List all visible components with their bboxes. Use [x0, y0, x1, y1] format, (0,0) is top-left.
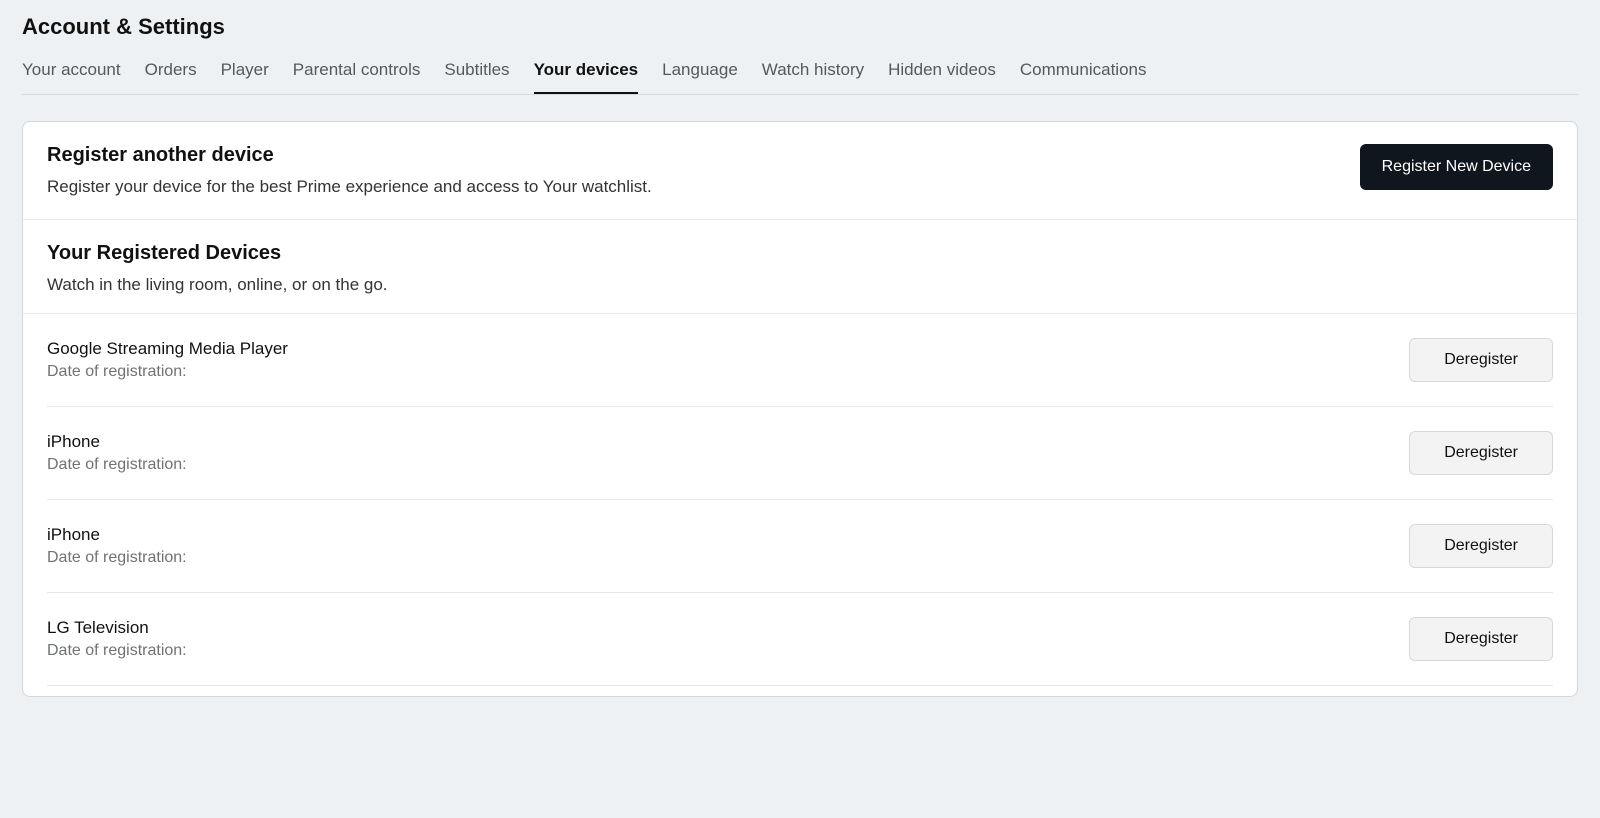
registered-devices-section: Your Registered Devices Watch in the liv… [23, 220, 1577, 314]
device-registration-date: Date of registration: [47, 642, 187, 660]
registered-devices-description: Watch in the living room, online, or on … [47, 275, 1553, 295]
registered-devices-title: Your Registered Devices [47, 242, 1553, 265]
devices-list: Google Streaming Media Player Date of re… [23, 314, 1577, 696]
register-new-device-button[interactable]: Register New Device [1360, 144, 1553, 190]
register-device-section: Register another device Register your de… [23, 122, 1577, 220]
device-row: iPhone Date of registration: Deregister [47, 407, 1553, 500]
tab-hidden-videos[interactable]: Hidden videos [888, 60, 996, 94]
tab-subtitles[interactable]: Subtitles [444, 60, 509, 94]
device-row: LG Television Date of registration: Dere… [47, 593, 1553, 686]
deregister-button[interactable]: Deregister [1409, 431, 1553, 475]
register-title: Register another device [47, 144, 652, 167]
deregister-button[interactable]: Deregister [1409, 524, 1553, 568]
device-registration-date: Date of registration: [47, 549, 187, 567]
tabs-nav: Your account Orders Player Parental cont… [22, 60, 1578, 95]
tab-orders[interactable]: Orders [145, 60, 197, 94]
tab-your-devices[interactable]: Your devices [534, 60, 639, 94]
tab-player[interactable]: Player [221, 60, 269, 94]
device-registration-date: Date of registration: [47, 456, 187, 474]
tab-your-account[interactable]: Your account [22, 60, 121, 94]
tab-language[interactable]: Language [662, 60, 738, 94]
device-name: Google Streaming Media Player [47, 339, 288, 359]
device-registration-date: Date of registration: [47, 363, 288, 381]
device-row: Google Streaming Media Player Date of re… [47, 314, 1553, 407]
device-name: iPhone [47, 432, 187, 452]
device-row: iPhone Date of registration: Deregister [47, 500, 1553, 593]
tab-communications[interactable]: Communications [1020, 60, 1147, 94]
deregister-button[interactable]: Deregister [1409, 338, 1553, 382]
devices-card: Register another device Register your de… [22, 121, 1578, 697]
deregister-button[interactable]: Deregister [1409, 617, 1553, 661]
tab-parental-controls[interactable]: Parental controls [293, 60, 421, 94]
tab-watch-history[interactable]: Watch history [762, 60, 864, 94]
page-title: Account & Settings [22, 14, 1578, 40]
device-name: iPhone [47, 525, 187, 545]
register-description: Register your device for the best Prime … [47, 177, 652, 197]
device-name: LG Television [47, 618, 187, 638]
